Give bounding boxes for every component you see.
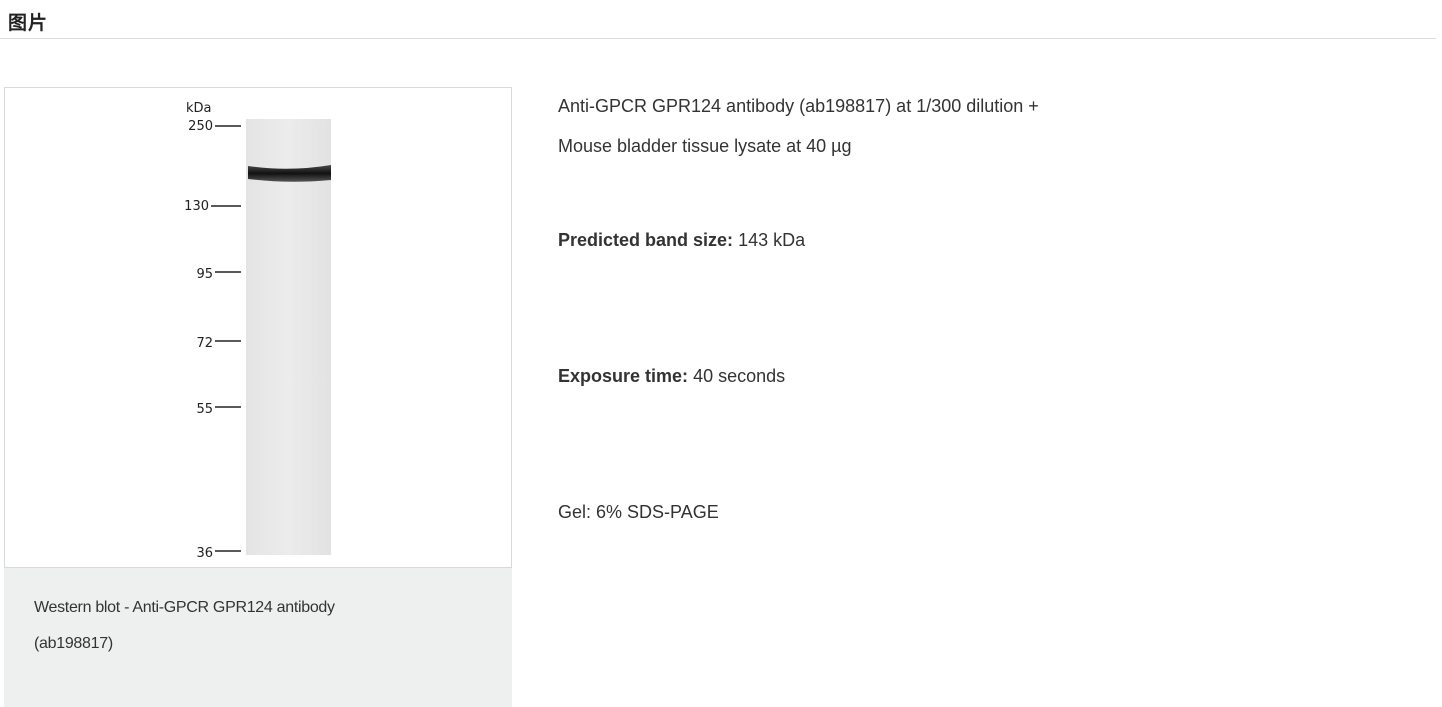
section-title: 图片 <box>8 12 49 34</box>
caption-line: (ab198817) <box>34 635 113 652</box>
figure-caption: Western blot - Anti-GPCR GPR124 antibody… <box>34 590 474 662</box>
western-blot-graphic: kDa 250 130 95 72 55 36 <box>184 101 331 561</box>
marker-130: 130 <box>184 199 241 214</box>
marker-250: 250 <box>188 119 241 134</box>
marker-label: 95 <box>196 267 213 282</box>
band-size-value: 143 kDa <box>738 230 806 250</box>
exposure-label: Exposure time: <box>558 366 689 386</box>
band-size-label: Predicted band size: <box>558 230 734 250</box>
marker-label: 36 <box>196 546 213 561</box>
western-blot-image[interactable]: kDa 250 130 95 72 55 36 <box>4 87 512 568</box>
title-divider <box>0 38 1436 39</box>
marker-label: 72 <box>196 336 213 351</box>
marker-72: 72 <box>196 336 241 351</box>
marker-label: 250 <box>188 119 213 134</box>
marker-label: 55 <box>196 402 213 417</box>
gel-lane <box>246 119 331 555</box>
exposure-value: 40 seconds <box>693 366 786 386</box>
exposure-line: Exposure time: 40 seconds <box>558 366 785 387</box>
band-size-line: Predicted band size: 143 kDa <box>558 230 805 251</box>
figure-card: kDa 250 130 95 72 55 36 Western blot - A… <box>4 87 512 707</box>
marker-55: 55 <box>196 402 241 417</box>
kda-label: kDa <box>186 101 212 116</box>
antibody-line: Anti-GPCR GPR124 antibody (ab198817) at … <box>558 96 1039 116</box>
marker-36: 36 <box>196 546 241 561</box>
gel-line: Gel: 6% SDS-PAGE <box>558 502 719 522</box>
lysate-line: Mouse bladder tissue lysate at 40 µg <box>558 136 852 156</box>
caption-line: Western blot - Anti-GPCR GPR124 antibody <box>34 599 335 616</box>
marker-95: 95 <box>196 267 241 282</box>
marker-label: 130 <box>184 199 209 214</box>
